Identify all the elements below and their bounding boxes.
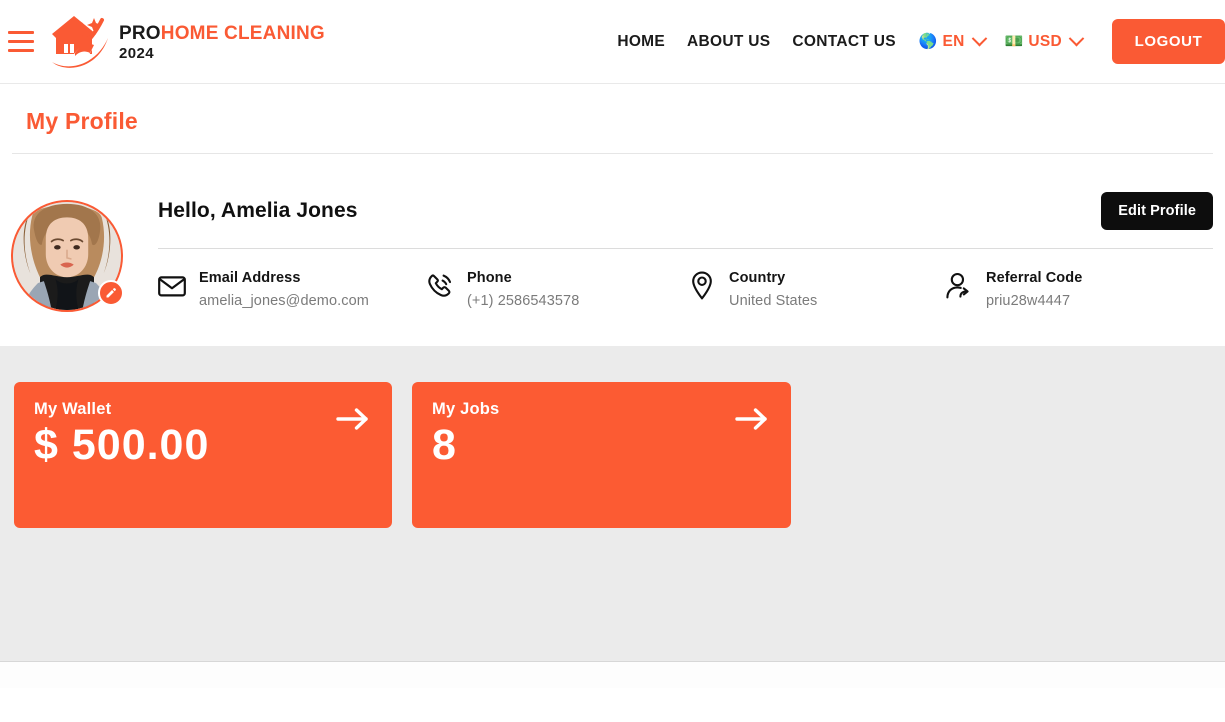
my-wallet-value: $ 500.00: [34, 421, 370, 470]
site-logo[interactable]: PROHOME CLEANING 2024: [50, 14, 325, 70]
profile-info-text: Country United States: [729, 269, 817, 311]
hamburger-bar: [8, 49, 34, 52]
nav-link-home[interactable]: HOME: [606, 33, 676, 51]
chevron-down-icon: [1069, 31, 1085, 47]
main-navigation: HOME ABOUT US CONTACT US 🌎 EN 💵 USD LOGO…: [606, 0, 1225, 83]
hamburger-icon[interactable]: [8, 31, 34, 52]
language-selector[interactable]: 🌎 EN: [907, 33, 993, 51]
logo-wordmark: PROHOME CLEANING 2024: [119, 22, 325, 61]
currency-selector-value: USD: [1028, 33, 1062, 51]
phone-label: Phone: [467, 270, 512, 286]
currency-selector[interactable]: 💵 USD: [993, 33, 1090, 51]
referral-code-value: priu28w4447: [986, 291, 1082, 311]
profile-info-referral: Referral Code priu28w4447: [945, 269, 1185, 311]
profile-info-text: Email Address amelia_jones@demo.com: [199, 269, 369, 311]
stat-card-my-wallet[interactable]: My Wallet $ 500.00: [14, 382, 392, 528]
email-value: amelia_jones@demo.com: [199, 291, 369, 311]
my-jobs-value: 8: [432, 421, 769, 470]
page-title-bar: My Profile: [12, 84, 1213, 154]
logout-button[interactable]: LOGOUT: [1112, 19, 1225, 64]
stat-cards: My Wallet $ 500.00 My Jobs 8: [0, 382, 1225, 528]
logo-home-cleaning-text: HOME CLEANING: [161, 23, 325, 44]
avatar[interactable]: [11, 200, 123, 312]
my-wallet-label: My Wallet: [34, 400, 370, 419]
banknote-icon: 💵: [1005, 34, 1024, 49]
user-share-icon: [945, 270, 973, 302]
profile-details: Hello, Amelia Jones Edit Profile Email A…: [158, 192, 1225, 311]
globe-icon: 🌎: [919, 34, 938, 49]
profile-greeting: Hello, Amelia Jones: [158, 199, 358, 223]
edit-profile-button[interactable]: Edit Profile: [1101, 192, 1213, 230]
avatar-edit-button[interactable]: [98, 280, 124, 306]
map-pin-icon: [688, 270, 716, 302]
profile-info-country: Country United States: [688, 269, 945, 311]
stat-card-my-jobs[interactable]: My Jobs 8: [412, 382, 791, 528]
nav-link-contact-us[interactable]: CONTACT US: [781, 33, 906, 51]
page-title: My Profile: [26, 108, 1213, 135]
envelope-icon: [158, 270, 186, 302]
profile-info-phone: Phone (+1) 2586543578: [426, 269, 688, 311]
email-label: Email Address: [199, 270, 301, 286]
my-jobs-label: My Jobs: [432, 400, 769, 419]
profile-info-text: Referral Code priu28w4447: [986, 269, 1082, 311]
hamburger-bar: [8, 31, 34, 34]
referral-code-label: Referral Code: [986, 270, 1082, 286]
country-label: Country: [729, 270, 785, 286]
logo-year-text: 2024: [119, 46, 325, 61]
profile-header-row: Hello, Amelia Jones Edit Profile: [158, 192, 1213, 249]
profile-section: Hello, Amelia Jones Edit Profile Email A…: [0, 154, 1225, 346]
arrow-right-icon[interactable]: [336, 406, 370, 432]
nav-link-about-us[interactable]: ABOUT US: [676, 33, 781, 51]
profile-info-text: Phone (+1) 2586543578: [467, 269, 579, 311]
site-header: PROHOME CLEANING 2024 HOME ABOUT US CONT…: [0, 0, 1225, 84]
pencil-icon: [105, 287, 117, 299]
country-value: United States: [729, 291, 817, 311]
phone-value: (+1) 2586543578: [467, 291, 579, 311]
language-selector-value: EN: [943, 33, 965, 51]
arrow-right-icon[interactable]: [735, 406, 769, 432]
chevron-down-icon: [971, 31, 987, 47]
footer-strip: [0, 661, 1225, 688]
logo-pro-text: PRO: [119, 23, 161, 44]
house-broom-logo-icon: [50, 14, 112, 70]
hamburger-bar: [8, 40, 34, 43]
stats-section: My Wallet $ 500.00 My Jobs 8: [0, 346, 1225, 688]
phone-icon: [426, 270, 454, 302]
profile-info-row: Email Address amelia_jones@demo.com Phon…: [158, 269, 1213, 311]
profile-info-email: Email Address amelia_jones@demo.com: [158, 269, 426, 311]
